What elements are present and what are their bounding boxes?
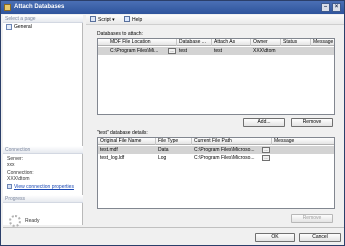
file-name-cell: test.mdf [100,147,118,153]
column-header[interactable]: Status [281,39,311,46]
table-row[interactable]: C:\Program Files\Mi... ... test test XXX… [98,47,334,55]
message-cell [311,47,336,55]
close-button[interactable]: × [332,3,341,12]
column-header[interactable]: Current File Path [192,138,272,145]
page-item-label: General [14,24,32,30]
file-type-cell: Log [158,155,167,161]
status-cell [281,47,311,55]
remove-database-button[interactable]: Remove [291,118,333,127]
database-icon [4,4,11,11]
progress-spinner-icon [9,215,21,227]
add-button[interactable]: Add... [243,118,285,127]
help-label: Help [132,17,143,23]
attach-databases-dialog: Attach Databases – × Select a page Gener… [0,0,345,246]
properties-icon [7,184,12,189]
file-name-cell: test_log.ldf [100,155,125,161]
window-title: Attach Databases [14,4,65,10]
attach-as-cell[interactable]: test [212,47,251,55]
title-bar: Attach Databases – × [1,1,344,14]
progress-status: Ready [25,218,40,224]
table-row[interactable]: test_log.ldf Log C:\Program Files\Micros… [98,154,334,162]
column-header[interactable]: Message [311,39,336,46]
owner-cell[interactable]: XXX\dtom [251,47,281,55]
remove-file-button[interactable]: Remove [291,214,333,223]
server-value: xxx [7,162,15,168]
table-row[interactable]: test.mdf Data C:\Program Files\Microso..… [98,146,334,154]
message-cell [272,154,336,162]
column-header[interactable]: MDF File Location [108,39,177,46]
details-grid-header: Original File Name File Type Current Fil… [98,138,334,145]
browse-button[interactable]: ... [262,147,270,153]
left-pane: Select a page General Connection Server:… [3,15,83,227]
dialog-footer: OK Cancel [3,227,344,245]
databases-grid: MDF File Location Database ... Attach As… [97,38,335,115]
mdf-location-cell: C:\Program Files\Mi... [110,48,159,54]
file-path-cell[interactable]: C:\Program Files\Microso... [192,154,262,162]
progress-header: Progress [3,195,83,203]
cancel-button[interactable]: Cancel [299,233,341,242]
script-icon [90,16,96,22]
toolbar: Script ▾ Help [86,15,344,25]
view-connection-link[interactable]: View connection properties [14,184,74,190]
script-label: Script [98,17,111,23]
minimize-button[interactable]: – [321,3,330,12]
chevron-down-icon: ▾ [112,17,115,23]
column-header[interactable]: Owner [251,39,281,46]
connection-header: Connection [3,146,83,154]
column-header[interactable]: Message [272,138,336,145]
message-cell [272,146,336,154]
view-connection-properties[interactable]: View connection properties [7,184,74,190]
details-grid: Original File Name File Type Current Fil… [97,137,335,209]
ok-button[interactable]: OK [255,233,295,242]
file-type-cell: Data [158,147,169,153]
connection-value: XXX\dtom [7,176,30,182]
script-button[interactable]: Script ▾ [90,16,115,24]
page-icon [6,24,12,30]
column-header[interactable]: Database ... [177,39,212,46]
column-header[interactable]: File Type [156,138,192,145]
database-cell: test [179,48,188,54]
databases-grid-header: MDF File Location Database ... Attach As… [98,39,334,46]
help-button[interactable]: Help [124,16,142,24]
browse-button[interactable]: ... [262,155,270,161]
browse-button[interactable]: ... [168,48,176,54]
databases-label: Databases to attach: [97,31,143,37]
file-path-cell[interactable]: C:\Program Files\Microso... [192,146,262,154]
select-page-header: Select a page [3,15,83,23]
help-icon [124,16,130,22]
column-header[interactable]: Original File Name [98,138,156,145]
column-header[interactable]: Attach As [212,39,251,46]
details-label: "test" database details: [97,130,148,136]
